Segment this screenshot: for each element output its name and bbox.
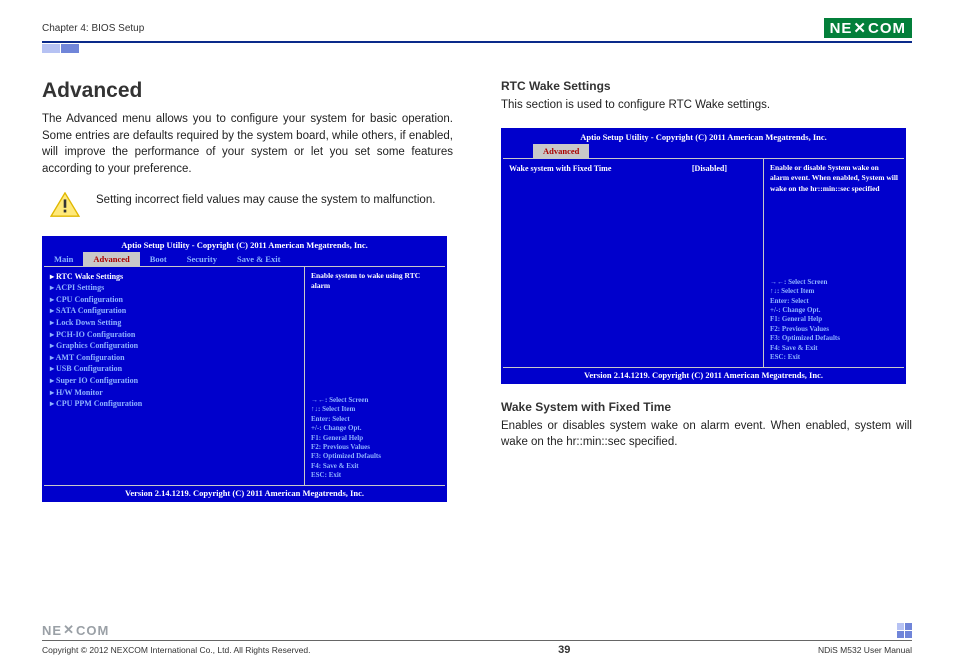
- brand-logo: NE✕COM: [824, 18, 912, 38]
- bios-item[interactable]: ▸ AMT Configuration: [50, 352, 298, 364]
- bios-item[interactable]: ▸ Graphics Configuration: [50, 340, 298, 352]
- warning-icon: [50, 192, 80, 218]
- corner-accent: [897, 623, 912, 638]
- bios-tab-bar: Main Advanced Boot Security Save & Exit: [44, 252, 445, 266]
- bios-screenshot-rtc: Aptio Setup Utility - Copyright (C) 2011…: [501, 128, 906, 384]
- header-rule: [42, 41, 912, 43]
- bios-item[interactable]: ▸ USB Configuration: [50, 363, 298, 375]
- chapter-label: Chapter 4: BIOS Setup: [42, 23, 144, 34]
- bios-item[interactable]: ▸ RTC Wake Settings: [50, 271, 298, 283]
- bios-footer: Version 2.14.1219. Copyright (C) 2011 Am…: [44, 486, 445, 500]
- warning-text: Setting incorrect field values may cause…: [96, 192, 435, 208]
- bios-item-label[interactable]: Wake system with Fixed Time: [509, 163, 611, 175]
- section-text-rtc: This section is used to configure RTC Wa…: [501, 97, 912, 114]
- bios-tab-advanced[interactable]: Advanced: [533, 144, 589, 158]
- bios-footer: Version 2.14.1219. Copyright (C) 2011 Am…: [503, 368, 904, 382]
- bios-tab-security[interactable]: Security: [177, 252, 227, 266]
- bios-tab-main[interactable]: Main: [44, 252, 83, 266]
- bios-item[interactable]: ▸ CPU Configuration: [50, 294, 298, 306]
- bios-item[interactable]: ▸ ACPI Settings: [50, 282, 298, 294]
- bios-menu-list: ▸ RTC Wake Settings▸ ACPI Settings▸ CPU …: [44, 267, 305, 485]
- doc-title: NDiS M532 User Manual: [818, 645, 912, 655]
- page-number: 39: [558, 644, 570, 656]
- bios-item[interactable]: ▸ H/W Monitor: [50, 387, 298, 399]
- bios-item[interactable]: ▸ Lock Down Setting: [50, 317, 298, 329]
- bios-item[interactable]: ▸ PCH-IO Configuration: [50, 329, 298, 341]
- bios-tab-boot[interactable]: Boot: [140, 252, 177, 266]
- intro-text: The Advanced menu allows you to configur…: [42, 111, 453, 178]
- bios-help-text: Enable or disable System wake on alarm e…: [770, 163, 898, 195]
- bios-tab-bar: Advanced: [503, 144, 904, 158]
- bios-menu-list: Wake system with Fixed Time [Disabled]: [503, 159, 764, 367]
- bios-nav-hints: →←: Select Screen ↑↓: Select Item Enter:…: [770, 278, 898, 363]
- bios-help-text: Enable system to wake using RTC alarm: [311, 271, 439, 292]
- section-text-wake: Enables or disables system wake on alarm…: [501, 418, 912, 451]
- bios-tab-save[interactable]: Save & Exit: [227, 252, 290, 266]
- footer-rule: [42, 640, 912, 641]
- bios-item[interactable]: ▸ Super IO Configuration: [50, 375, 298, 387]
- copyright-text: Copyright © 2012 NEXCOM International Co…: [42, 645, 310, 655]
- bios-item[interactable]: ▸ CPU PPM Configuration: [50, 398, 298, 410]
- bios-title: Aptio Setup Utility - Copyright (C) 2011…: [503, 130, 904, 144]
- bios-nav-hints: →←: Select Screen ↑↓: Select Item Enter:…: [311, 396, 439, 481]
- bios-title: Aptio Setup Utility - Copyright (C) 2011…: [44, 238, 445, 252]
- bios-item[interactable]: ▸ SATA Configuration: [50, 305, 298, 317]
- footer-logo: NE✕COM: [42, 622, 912, 638]
- section-title-wake: Wake System with Fixed Time: [501, 400, 912, 414]
- bios-tab-advanced[interactable]: Advanced: [83, 252, 139, 266]
- bios-screenshot-advanced: Aptio Setup Utility - Copyright (C) 2011…: [42, 236, 447, 502]
- page-title: Advanced: [42, 79, 453, 103]
- accent-strip: [42, 44, 912, 53]
- section-title-rtc: RTC Wake Settings: [501, 79, 912, 93]
- bios-item-value[interactable]: [Disabled]: [692, 163, 727, 175]
